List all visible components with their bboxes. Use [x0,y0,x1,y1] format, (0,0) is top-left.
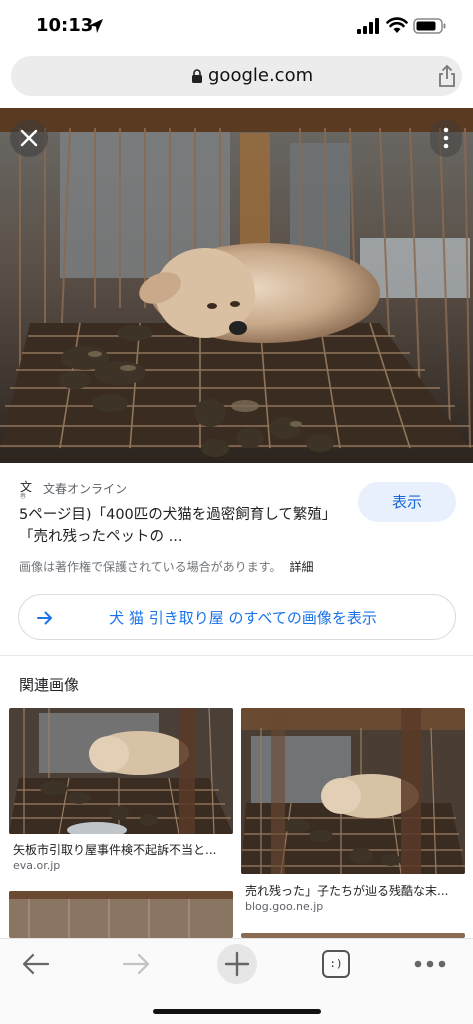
related-images-heading: 関連画像 [19,676,80,694]
more-options-button[interactable] [430,119,462,157]
divider [0,655,473,656]
forward-arrow-icon[interactable] [120,951,152,977]
back-arrow-icon[interactable] [20,951,52,977]
view-all-images-label: 犬 猫 引き取り屋 のすべての画像を表示 [109,609,377,627]
battery-icon [413,18,446,34]
more-vert-icon [443,127,449,149]
related-image-domain: blog.goo.ne.jp [245,900,324,913]
related-image-title[interactable]: 矢板市引取り屋事件検不起訴不当と... [13,841,231,858]
source-name: 文春オンライン [43,482,128,496]
related-image-domain: eva.or.jp [13,859,61,872]
related-image-title[interactable]: 売れ残った」子たちが辿る残酷な末... [245,882,463,899]
details-link[interactable]: 詳細 [289,560,313,574]
close-icon [20,129,38,147]
svg-text:文: 文 [20,479,32,494]
related-image-card[interactable] [9,891,233,938]
view-all-images-button[interactable]: 犬 猫 引き取り屋 のすべての画像を表示 [18,594,456,640]
new-tab-button[interactable] [217,944,257,984]
svg-text:春: 春 [20,492,26,499]
result-title[interactable]: 5ページ目)「400匹の犬猫を過密飼育して繁殖」「売れ残ったペットの ... [19,504,339,548]
status-bar: 10:13 [0,0,473,52]
lock-icon [192,69,202,83]
url-bar[interactable]: google.com [11,56,462,96]
related-image-thumbnail[interactable] [9,708,233,834]
main-image[interactable] [0,108,473,463]
source-logo-icon: 文 春 [20,479,32,499]
wifi-icon [386,17,408,33]
related-image-thumbnail[interactable] [241,708,465,874]
close-button[interactable] [10,119,48,157]
cellular-signal-icon [357,18,379,34]
plus-icon [224,951,250,977]
share-icon[interactable] [436,64,458,88]
url-domain[interactable]: google.com [208,65,313,86]
related-image-card[interactable]: 売れ残った」子たちが辿る残酷な末... blog.goo.ne.jp [241,708,465,918]
copyright-notice: 画像は著作権で保護されている場合があります。 詳細 [19,558,313,575]
copyright-text: 画像は著作権で保護されている場合があります。 [19,560,282,574]
related-image-thumbnail[interactable] [9,891,233,938]
related-image-card[interactable]: 矢板市引取り屋事件検不起訴不当と... eva.or.jp [9,708,233,878]
status-time: 10:13 [36,15,94,36]
tab-switcher-button[interactable]: :) [322,950,350,978]
visit-button[interactable]: 表示 [358,482,456,522]
home-indicator[interactable] [153,1009,321,1014]
more-horiz-icon[interactable] [413,959,447,969]
location-arrow-icon [89,19,103,33]
